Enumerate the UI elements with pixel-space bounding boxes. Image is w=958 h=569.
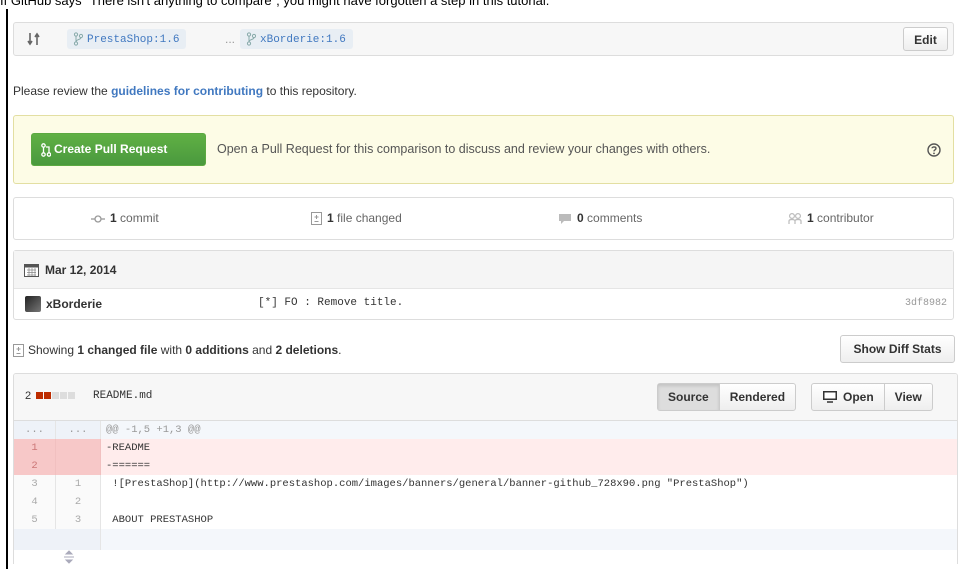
file-name[interactable]: README.md <box>93 390 152 402</box>
diff-summary: Showing 1 changed file with 0 additions … <box>13 343 342 357</box>
new-line-number[interactable]: ... <box>56 421 101 439</box>
flash-message: Open a Pull Request for this comparison … <box>217 142 711 156</box>
range-separator: ... <box>225 32 236 46</box>
show-diff-stats-button[interactable]: Show Diff Stats <box>840 335 955 363</box>
file-change-count: 2 <box>25 390 32 402</box>
open-desktop-button[interactable]: Open <box>812 384 884 410</box>
guidelines-suffix: to this repository. <box>263 84 357 98</box>
file-header: 2 README.md Source Rendered Open View <box>14 374 957 421</box>
diff-line-text: ![PrestaShop](http://www.prestashop.com/… <box>106 478 749 490</box>
context-line: 5 3 ABOUT PRESTASHOP <box>14 511 957 529</box>
head-branch-label: xBorderie:1.6 <box>260 34 346 46</box>
organization-icon <box>788 213 802 225</box>
commit-icon <box>91 215 105 223</box>
diff-table: ... ... @@ -1,5 +1,3 @@ 1 -README 2 -===… <box>14 421 957 564</box>
old-line-number[interactable]: 1 <box>14 439 56 457</box>
old-line-number[interactable]: 3 <box>14 475 56 493</box>
pull-request-icon <box>41 143 51 157</box>
new-line-number[interactable]: 3 <box>56 511 101 529</box>
file-actions: Open View <box>811 383 933 411</box>
diffstat-bar <box>36 392 76 400</box>
edit-button[interactable]: Edit <box>903 27 948 51</box>
old-line-number[interactable]: 5 <box>14 511 56 529</box>
branch-icon <box>73 32 83 46</box>
commit-row: xBorderie [*] FO : Remove title. 3df8982 <box>14 289 953 319</box>
summary-period: . <box>338 343 342 357</box>
help-icon[interactable] <box>927 143 941 157</box>
files-changed-stat[interactable]: 1 file changed <box>311 198 402 239</box>
commits-count: 1 <box>110 211 117 225</box>
deleted-line: 1 -README <box>14 439 957 457</box>
diff-line-text: @@ -1,5 +1,3 @@ <box>106 424 201 436</box>
summary-deletions: 2 deletions <box>275 343 339 357</box>
diff-line-text: -README <box>106 442 151 454</box>
tutorial-caption: If GitHub says "There isn't anything to … <box>0 0 550 8</box>
guidelines-prefix: Please review the <box>13 84 112 98</box>
new-line-number[interactable] <box>56 439 101 457</box>
create-pull-request-button[interactable]: Create Pull Request <box>31 133 206 166</box>
compare-range-bar: PrestaShop:1.6 ... xBorderie:1.6 Edit <box>13 22 954 56</box>
file-diff-icon <box>13 344 24 357</box>
calendar-icon <box>24 264 39 277</box>
files-label: file changed <box>333 211 402 225</box>
deleted-line: 2 -====== <box>14 457 957 475</box>
contributors-label: contributor <box>813 211 874 225</box>
open-label: Open <box>843 390 874 404</box>
diff-line-text: ABOUT PRESTASHOP <box>106 514 214 526</box>
summary-changed: 1 changed file <box>77 343 158 357</box>
source-view-button[interactable]: Source <box>658 384 719 410</box>
commit-author[interactable]: xBorderie <box>46 297 102 311</box>
summary-showing: Showing <box>28 343 78 357</box>
branch-icon <box>246 32 256 46</box>
summary-additions: 0 additions <box>185 343 249 357</box>
desktop-icon <box>823 391 837 403</box>
context-line: 4 2 <box>14 493 957 511</box>
contributors-count: 1 <box>807 211 814 225</box>
commit-message[interactable]: [*] FO : Remove title. <box>258 297 403 309</box>
comments-stat[interactable]: 0 comments <box>558 198 642 239</box>
commit-group-header: Mar 12, 2014 <box>14 251 953 289</box>
base-branch-label: PrestaShop:1.6 <box>87 34 180 46</box>
create-pr-flash: Create Pull Request Open a Pull Request … <box>13 115 954 184</box>
new-line-number[interactable]: 1 <box>56 475 101 493</box>
hunk-header: ... ... @@ -1,5 +1,3 @@ <box>14 421 957 439</box>
old-line-number[interactable]: 4 <box>14 493 56 511</box>
base-branch-selector[interactable]: PrestaShop:1.6 <box>67 29 187 49</box>
diff-line-text: -====== <box>106 460 151 472</box>
contributors-stat[interactable]: 1 contributor <box>788 198 874 239</box>
guidelines-link[interactable]: guidelines for contributing <box>111 84 263 98</box>
summary-and: and <box>248 343 276 357</box>
commit-group: Mar 12, 2014 xBorderie [*] FO : Remove t… <box>13 250 954 320</box>
author-avatar[interactable] <box>25 296 41 312</box>
comment-icon <box>559 213 571 224</box>
commits-stat[interactable]: 1 commit <box>91 198 159 239</box>
commit-date: Mar 12, 2014 <box>45 263 117 277</box>
new-line-number[interactable]: 2 <box>56 493 101 511</box>
comments-label: comments <box>583 211 643 225</box>
file-diff-icon <box>311 212 322 226</box>
expand-lines-row[interactable] <box>14 529 957 564</box>
rendered-view-button[interactable]: Rendered <box>718 384 795 410</box>
expand-icon[interactable] <box>14 529 101 564</box>
old-line-number[interactable]: 2 <box>14 457 56 475</box>
comparison-stats-bar: 1 commit 1 file changed 0 comments 1 con… <box>13 197 954 240</box>
new-line-number[interactable] <box>56 457 101 475</box>
file-diff: 2 README.md Source Rendered Open View ..… <box>13 373 958 564</box>
files-count: 1 <box>327 211 334 225</box>
commit-sha[interactable]: 3df8982 <box>905 298 947 309</box>
frame-border <box>6 9 8 569</box>
context-line: 3 1 ![PrestaShop](http://www.prestashop.… <box>14 475 957 493</box>
old-line-number[interactable]: ... <box>14 421 56 439</box>
comments-count: 0 <box>577 211 584 225</box>
view-mode-toggle: Source Rendered <box>657 383 797 411</box>
summary-with: with <box>157 343 186 357</box>
create-pull-request-label: Create Pull Request <box>54 142 168 156</box>
guidelines-notice: Please review the guidelines for contrib… <box>13 84 357 98</box>
diff-line-text <box>106 493 112 511</box>
compare-icon <box>27 32 40 46</box>
head-branch-selector[interactable]: xBorderie:1.6 <box>240 29 353 49</box>
commits-label: commit <box>116 211 159 225</box>
view-file-button[interactable]: View <box>883 384 932 410</box>
